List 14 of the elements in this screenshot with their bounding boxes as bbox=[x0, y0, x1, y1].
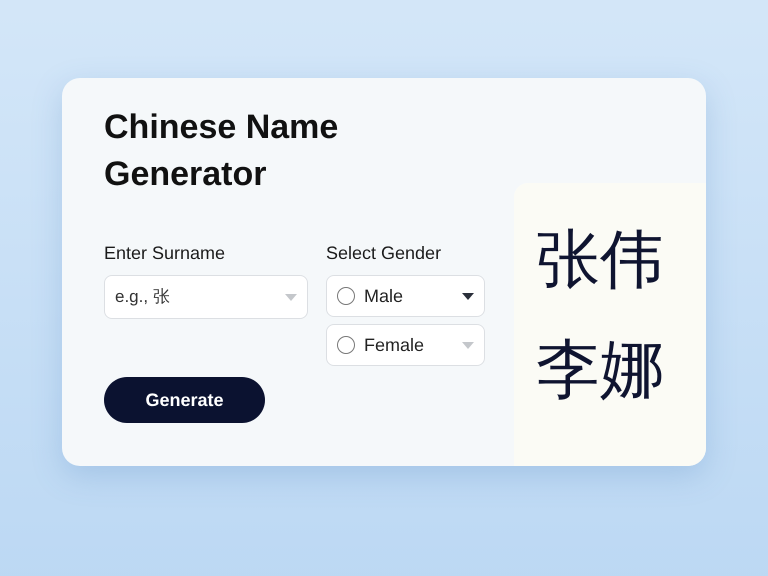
gender-option[interactable]: Female bbox=[326, 324, 485, 366]
caret-icon bbox=[285, 294, 297, 301]
generate-button[interactable]: Generate bbox=[104, 377, 265, 423]
caret-icon bbox=[462, 292, 474, 300]
caret-icon bbox=[462, 342, 474, 348]
surname-field[interactable]: e.g., 张 bbox=[104, 275, 308, 319]
radio-button[interactable] bbox=[337, 336, 355, 354]
page-title: Chinese Name Generator bbox=[104, 107, 340, 195]
gender-option[interactable]: Male bbox=[326, 275, 485, 317]
field-label: Select Gender bbox=[326, 242, 442, 265]
generated-name: 李娜 bbox=[536, 333, 665, 405]
radio-button[interactable] bbox=[337, 287, 355, 305]
field-label: Enter Surname bbox=[104, 242, 226, 265]
generated-name: 张伟 bbox=[536, 223, 665, 295]
